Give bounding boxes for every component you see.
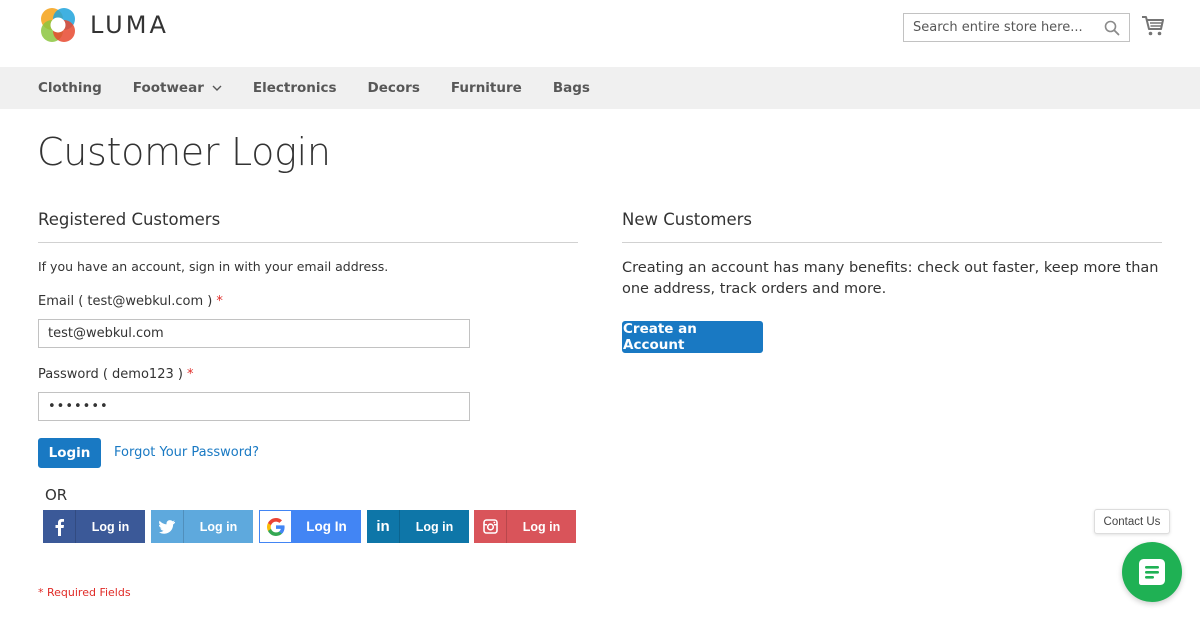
page-title: Customer Login <box>37 130 331 174</box>
social-login-label: Log in <box>522 519 561 534</box>
nav-item-label: Electronics <box>252 80 337 96</box>
instagram-icon <box>474 510 507 543</box>
create-account-button[interactable]: Create an Account <box>622 321 763 353</box>
contact-us-tooltip: Contact Us <box>1094 509 1170 534</box>
facebook-icon <box>43 510 76 543</box>
google-login-button[interactable]: Log In <box>259 510 361 543</box>
new-customers-title: New Customers <box>622 210 752 229</box>
email-label-text: Email ( test@webkul.com ) <box>38 294 213 309</box>
registered-customers-title: Registered Customers <box>38 210 221 229</box>
password-field[interactable] <box>38 392 470 421</box>
nav-item-decors[interactable]: Decors <box>368 80 420 96</box>
required-asterisk: * <box>216 294 223 309</box>
email-field[interactable] <box>38 319 470 348</box>
nav-item-furniture[interactable]: Furniture <box>451 80 522 96</box>
forgot-password-link[interactable]: Forgot Your Password? <box>114 445 259 460</box>
twitter-icon <box>151 510 184 543</box>
search-box <box>903 13 1130 42</box>
login-intro-text: If you have an account, sign in with you… <box>38 259 389 274</box>
password-label: Password ( demo123 ) * <box>38 367 193 382</box>
nav-item-label: Bags <box>552 80 590 96</box>
linkedin-icon: in <box>367 510 400 543</box>
search-input[interactable] <box>904 14 1094 41</box>
facebook-login-button[interactable]: Log in <box>43 510 145 543</box>
twitter-login-button[interactable]: Log in <box>151 510 253 543</box>
cart-icon[interactable] <box>1141 15 1165 37</box>
site-header: LUMA <box>0 0 1200 67</box>
search-icon[interactable] <box>1104 20 1120 36</box>
login-button[interactable]: Login <box>38 438 101 468</box>
luma-logo-icon <box>41 8 75 42</box>
chat-launcher-button[interactable] <box>1122 542 1182 602</box>
nav-item-label: Footwear <box>132 80 204 96</box>
chat-icon <box>1139 559 1165 585</box>
social-login-label: Log In <box>306 519 347 534</box>
nav-item-label: Furniture <box>450 80 522 96</box>
logo-text: LUMA <box>90 11 169 39</box>
nav-item-label: Decors <box>367 80 420 96</box>
divider <box>38 242 578 243</box>
email-label: Email ( test@webkul.com ) * <box>38 294 223 309</box>
google-icon <box>259 510 292 543</box>
social-login-label: Log in <box>91 519 130 534</box>
instagram-login-button[interactable]: Log in <box>474 510 576 543</box>
or-separator: OR <box>45 486 68 504</box>
required-fields-note: * Required Fields <box>38 586 131 599</box>
nav-item-clothing[interactable]: Clothing <box>38 80 102 96</box>
password-label-text: Password ( demo123 ) <box>38 367 183 382</box>
required-asterisk: * <box>186 367 194 382</box>
nav-item-bags[interactable]: Bags <box>553 80 590 96</box>
divider <box>622 242 1162 243</box>
linkedin-login-button[interactable]: in Log in <box>367 510 469 543</box>
new-customers-text: Creating an account has many benefits: c… <box>622 260 1159 297</box>
social-login-label: Log in <box>199 519 238 534</box>
nav-item-footwear[interactable]: Footwear <box>133 80 222 96</box>
social-login-label: Log in <box>415 519 454 534</box>
nav-item-electronics[interactable]: Electronics <box>253 80 337 96</box>
chevron-down-icon <box>212 85 222 91</box>
store-logo[interactable]: LUMA <box>38 5 169 45</box>
nav-item-label: Clothing <box>38 80 102 96</box>
main-nav: Clothing Footwear Electronics Decors Fur… <box>0 67 1200 109</box>
